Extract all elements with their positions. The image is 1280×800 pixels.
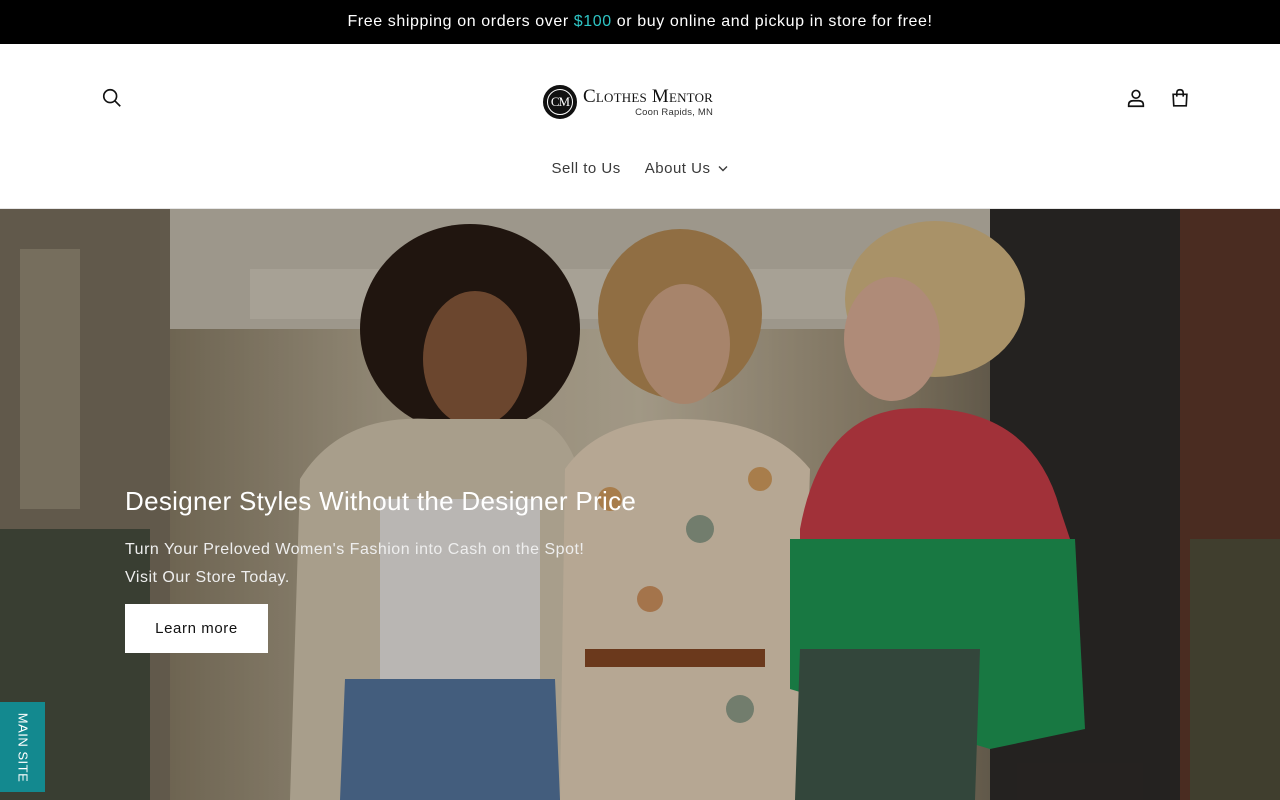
account-button[interactable] — [1122, 84, 1150, 112]
hero-content: Designer Styles Without the Designer Pri… — [125, 485, 685, 653]
hero-banner: Designer Styles Without the Designer Pri… — [0, 209, 1280, 800]
cart-button[interactable] — [1166, 84, 1194, 112]
hero-subtitle: Turn Your Preloved Women's Fashion into … — [125, 536, 685, 592]
hero-subtitle-line1: Turn Your Preloved Women's Fashion into … — [125, 541, 585, 558]
search-button[interactable] — [98, 84, 126, 112]
hero-subtitle-line2: Visit Our Store Today. — [125, 569, 290, 586]
announcement-text-before: Free shipping on orders over — [347, 13, 569, 30]
store-logo[interactable]: CM Clothes Mentor Coon Rapids, MN — [543, 80, 743, 124]
logo-location: Coon Rapids, MN — [635, 106, 714, 118]
main-site-tab[interactable]: MAIN SITE — [0, 702, 45, 792]
logo-wordmark: Clothes Mentor Coon Rapids, MN — [583, 85, 714, 118]
search-icon — [102, 88, 121, 107]
announcement-amount: $100 — [573, 13, 612, 30]
announcement-bar: Free shipping on orders over $100 or buy… — [0, 0, 1280, 44]
nav-item-label: Sell to Us — [551, 159, 621, 177]
logo-name: Clothes Mentor — [583, 85, 714, 107]
site-header: CM Clothes Mentor Coon Rapids, MN Sell t… — [0, 44, 1280, 209]
main-site-tab-label: MAIN SITE — [15, 712, 31, 782]
shopping-bag-icon — [1172, 88, 1188, 107]
nav-item-label: About Us — [644, 159, 711, 177]
user-icon — [1127, 89, 1145, 108]
logo-monogram: CM — [543, 85, 577, 119]
hero-title: Designer Styles Without the Designer Pri… — [125, 486, 637, 516]
learn-more-button[interactable]: Learn more — [125, 604, 268, 653]
nav-item-about-us[interactable]: About Us — [645, 156, 729, 180]
nav-item-sell-to-us[interactable]: Sell to Us — [552, 156, 621, 180]
chevron-down-icon — [718, 165, 728, 172]
announcement-text-after: or buy online and pickup in store for fr… — [616, 13, 933, 30]
main-nav: Sell to Us About Us — [0, 156, 1280, 180]
